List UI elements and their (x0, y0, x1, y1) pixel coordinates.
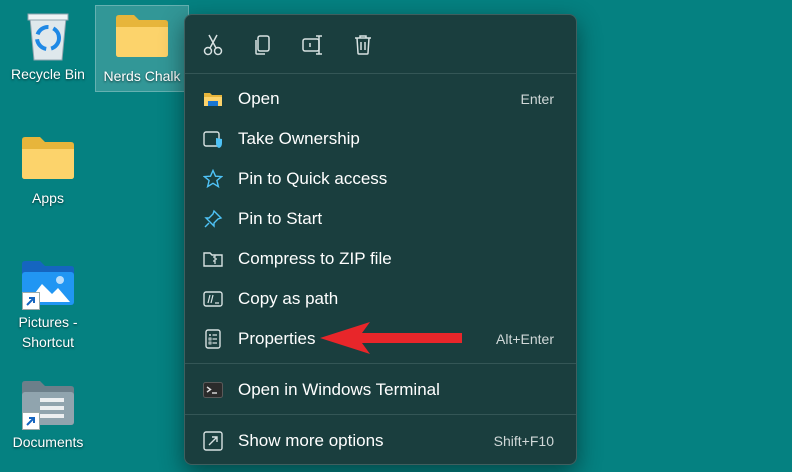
delete-button[interactable] (349, 31, 377, 59)
desktop-icon-documents[interactable]: Documents (0, 378, 96, 452)
context-menu: Open Enter Take Ownership Pin to Quick a… (184, 14, 577, 465)
star-icon (202, 168, 224, 189)
desktop-icon-label: Recycle Bin (11, 66, 85, 82)
rename-icon (302, 35, 322, 55)
menu-item-take-ownership[interactable]: Take Ownership (191, 120, 570, 158)
pin-icon (203, 209, 223, 229)
folder-icon (20, 134, 76, 186)
path-icon (203, 289, 223, 309)
menu-item-open-terminal[interactable]: Open in Windows Terminal (191, 371, 570, 409)
menu-item-show-more-options[interactable]: Show more options Shift+F10 (191, 422, 570, 460)
folder-icon (203, 89, 223, 109)
annotation-arrow (320, 322, 462, 354)
desktop-icon-label: Pictures - Shortcut (18, 314, 78, 350)
menu-item-shortcut: Enter (520, 91, 554, 107)
menu-item-pin-to-start[interactable]: Pin to Start (191, 200, 570, 238)
zip-icon (203, 249, 223, 269)
cut-icon (203, 34, 223, 56)
properties-icon (203, 329, 223, 349)
menu-item-label: Show more options (238, 431, 384, 450)
rename-button[interactable] (299, 31, 327, 59)
menu-item-pin-quick-access[interactable]: Pin to Quick access (191, 160, 570, 198)
menu-separator (185, 73, 576, 74)
menu-item-compress-zip[interactable]: Compress to ZIP file (191, 240, 570, 278)
cut-button[interactable] (199, 31, 227, 59)
shortcut-arrow-icon (22, 292, 40, 310)
context-menu-toolbar (185, 15, 576, 73)
copy-icon (255, 35, 270, 55)
documents-folder-icon (20, 378, 76, 430)
menu-item-label: Copy as path (238, 289, 339, 308)
menu-item-shortcut: Alt+Enter (496, 331, 554, 347)
shortcut-arrow-icon (22, 412, 40, 430)
menu-item-open[interactable]: Open Enter (191, 80, 570, 118)
desktop-icon-label: Documents (12, 434, 84, 450)
menu-item-copy-as-path[interactable]: Copy as path (191, 280, 570, 318)
desktop-icon-pictures-shortcut[interactable]: Pictures - Shortcut (0, 258, 96, 352)
menu-item-label: Open in Windows Terminal (238, 380, 440, 399)
folder-icon (114, 12, 170, 64)
copy-button[interactable] (249, 31, 277, 59)
more-options-icon (203, 431, 223, 451)
menu-separator (185, 414, 576, 415)
desktop-icon-nerds-chalk[interactable]: Nerds Chalk (95, 5, 189, 92)
menu-item-shortcut: Shift+F10 (493, 433, 554, 449)
menu-item-label: Take Ownership (238, 129, 360, 148)
desktop-icon-apps[interactable]: Apps (0, 134, 96, 208)
menu-item-label: Pin to Start (238, 209, 323, 228)
menu-item-label: Compress to ZIP file (238, 249, 392, 268)
terminal-icon (203, 380, 223, 400)
recycle-bin-icon (20, 10, 76, 62)
menu-item-label: Pin to Quick access (238, 169, 388, 188)
desktop-icon-recycle-bin[interactable]: Recycle Bin (0, 10, 96, 84)
pictures-folder-icon (20, 258, 76, 310)
menu-separator (185, 363, 576, 364)
desktop-icon-label: Nerds Chalk (103, 68, 181, 84)
menu-item-label: Open (238, 89, 280, 108)
desktop-icon-label: Apps (32, 190, 64, 206)
menu-item-label: Properties (238, 329, 316, 348)
delete-icon (355, 35, 371, 55)
shield-icon (203, 129, 223, 149)
